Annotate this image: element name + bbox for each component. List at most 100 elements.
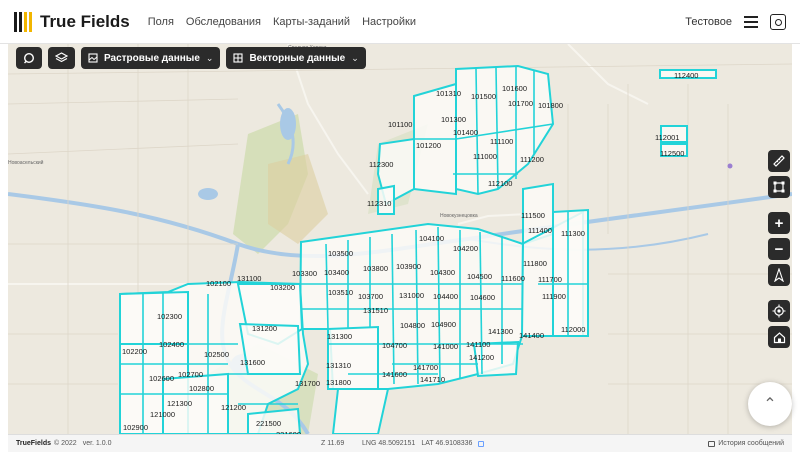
field-label[interactable]: 111700 <box>538 275 562 284</box>
home-button[interactable] <box>768 326 790 348</box>
field-label[interactable]: 103200 <box>270 283 295 292</box>
field-label[interactable]: 112400 <box>674 71 698 80</box>
field-label[interactable]: 141000 <box>433 342 458 351</box>
nav-fields[interactable]: Поля <box>148 16 174 28</box>
field-label[interactable]: 111500 <box>521 211 545 220</box>
field-label[interactable]: 141710 <box>420 375 445 384</box>
app-name: True Fields <box>40 11 130 31</box>
field-label[interactable]: 101100 <box>388 120 412 129</box>
field-label[interactable]: 131700 <box>295 379 320 388</box>
field-label[interactable]: 112310 <box>367 199 391 208</box>
field-label[interactable]: 104900 <box>431 320 456 329</box>
scan-icon[interactable] <box>770 13 786 30</box>
field-label[interactable]: 141700 <box>413 363 438 372</box>
field-label[interactable]: 141600 <box>382 370 407 379</box>
field-label[interactable]: 101200 <box>416 141 441 150</box>
field-label[interactable]: 101300 <box>441 115 466 124</box>
nav-task-maps[interactable]: Карты-заданий <box>273 16 350 28</box>
field-label[interactable]: 111600 <box>501 274 525 283</box>
select-area-button[interactable] <box>768 176 790 198</box>
field-label[interactable]: 101700 <box>508 99 533 108</box>
field-label[interactable]: 141400 <box>519 331 544 340</box>
field-label[interactable]: 121200 <box>221 403 246 412</box>
field-label[interactable]: 102600 <box>149 374 174 383</box>
field-label[interactable]: 102800 <box>189 384 214 393</box>
field-label[interactable]: 111000 <box>473 152 497 161</box>
nav-surveys[interactable]: Обследования <box>186 16 261 28</box>
raster-data-dropdown[interactable]: Растровые данные ⌄ <box>81 47 221 69</box>
home-icon <box>773 331 785 343</box>
field-label[interactable]: 111800 <box>523 259 547 268</box>
field-label[interactable]: 121000 <box>150 410 175 419</box>
layers-button[interactable] <box>48 47 75 69</box>
field-label[interactable]: 104600 <box>470 293 495 302</box>
menu-icon[interactable] <box>744 15 758 28</box>
field-label[interactable]: 103900 <box>396 262 421 271</box>
zoom-in-button[interactable]: + <box>768 212 790 234</box>
field-label[interactable]: 131200 <box>252 324 277 333</box>
field-label[interactable]: 131300 <box>327 332 352 341</box>
field-label[interactable]: 104400 <box>433 292 458 301</box>
field-label[interactable]: 112300 <box>369 160 393 169</box>
field-label[interactable]: 104100 <box>419 234 444 243</box>
field-label[interactable]: 112001 <box>655 133 679 142</box>
field-label[interactable]: 103400 <box>324 268 349 277</box>
field-label[interactable]: 104500 <box>467 272 492 281</box>
field-label[interactable]: 131800 <box>326 378 351 387</box>
field-label[interactable]: 102700 <box>178 370 203 379</box>
field-label[interactable]: 111100 <box>490 137 513 146</box>
field-label[interactable]: 104200 <box>453 244 478 253</box>
field-label[interactable]: 102500 <box>204 350 229 359</box>
field-label[interactable]: 111400 <box>528 226 552 235</box>
logo[interactable]: True Fields <box>14 11 130 32</box>
field-label[interactable]: 112000 <box>561 325 585 334</box>
field-label[interactable]: 141300 <box>488 327 513 336</box>
field-label[interactable]: 104800 <box>400 321 425 330</box>
field-label[interactable]: 103500 <box>328 249 353 258</box>
field-label[interactable]: 102100 <box>206 279 231 288</box>
field-label[interactable]: 102200 <box>122 347 147 356</box>
field-label[interactable]: 131510 <box>363 306 388 315</box>
field-label[interactable]: 103300 <box>292 269 317 278</box>
scroll-up-button[interactable]: ⌃ <box>748 382 792 426</box>
message-history-button[interactable]: История сообщений <box>708 440 784 447</box>
user-name[interactable]: Тестовое <box>685 16 732 28</box>
field-label[interactable]: 101500 <box>471 92 496 101</box>
field-label[interactable]: 103700 <box>358 292 383 301</box>
field-label[interactable]: 131310 <box>326 361 351 370</box>
field-label[interactable]: 101600 <box>502 84 527 93</box>
field-label[interactable]: 141200 <box>469 353 494 362</box>
plus-icon: + <box>774 214 784 232</box>
field-label[interactable]: 111900 <box>542 292 566 301</box>
field-label[interactable]: 131000 <box>399 291 424 300</box>
zoom-out-button[interactable]: − <box>768 238 790 260</box>
map[interactable]: Средняя Хорохи Новокузнецовка Новоасельс… <box>8 44 792 434</box>
field-label[interactable]: 101310 <box>436 89 461 98</box>
field-label[interactable]: 101400 <box>453 128 478 137</box>
search-button[interactable] <box>16 47 42 69</box>
field-label[interactable]: 221500 <box>256 419 281 428</box>
field-label[interactable]: 102900 <box>123 423 148 432</box>
field-label[interactable]: 112100 <box>488 179 512 188</box>
field-label[interactable]: 104300 <box>430 268 455 277</box>
compass-button[interactable] <box>768 264 790 286</box>
field-label[interactable]: 121300 <box>167 399 192 408</box>
field-label[interactable]: 103510 <box>328 288 353 297</box>
field-label[interactable]: 101800 <box>538 101 563 110</box>
field-label[interactable]: 104700 <box>382 341 407 350</box>
field-label[interactable]: 103800 <box>363 264 388 273</box>
ruler-button[interactable] <box>768 150 790 172</box>
field-label[interactable]: 112500 <box>660 149 684 158</box>
vector-data-dropdown[interactable]: Векторные данные ⌄ <box>226 47 366 69</box>
field-label[interactable]: 131100 <box>237 274 261 283</box>
search-icon <box>23 52 35 64</box>
locate-button[interactable] <box>768 300 790 322</box>
field-label[interactable]: 141100 <box>466 340 490 349</box>
field-label[interactable]: 131600 <box>240 358 265 367</box>
field-label[interactable]: 111300 <box>561 229 585 238</box>
copy-icon[interactable] <box>478 440 485 447</box>
field-label[interactable]: 111200 <box>520 155 544 164</box>
field-label[interactable]: 102400 <box>159 340 184 349</box>
field-label[interactable]: 102300 <box>157 312 182 321</box>
nav-settings[interactable]: Настройки <box>362 16 416 28</box>
